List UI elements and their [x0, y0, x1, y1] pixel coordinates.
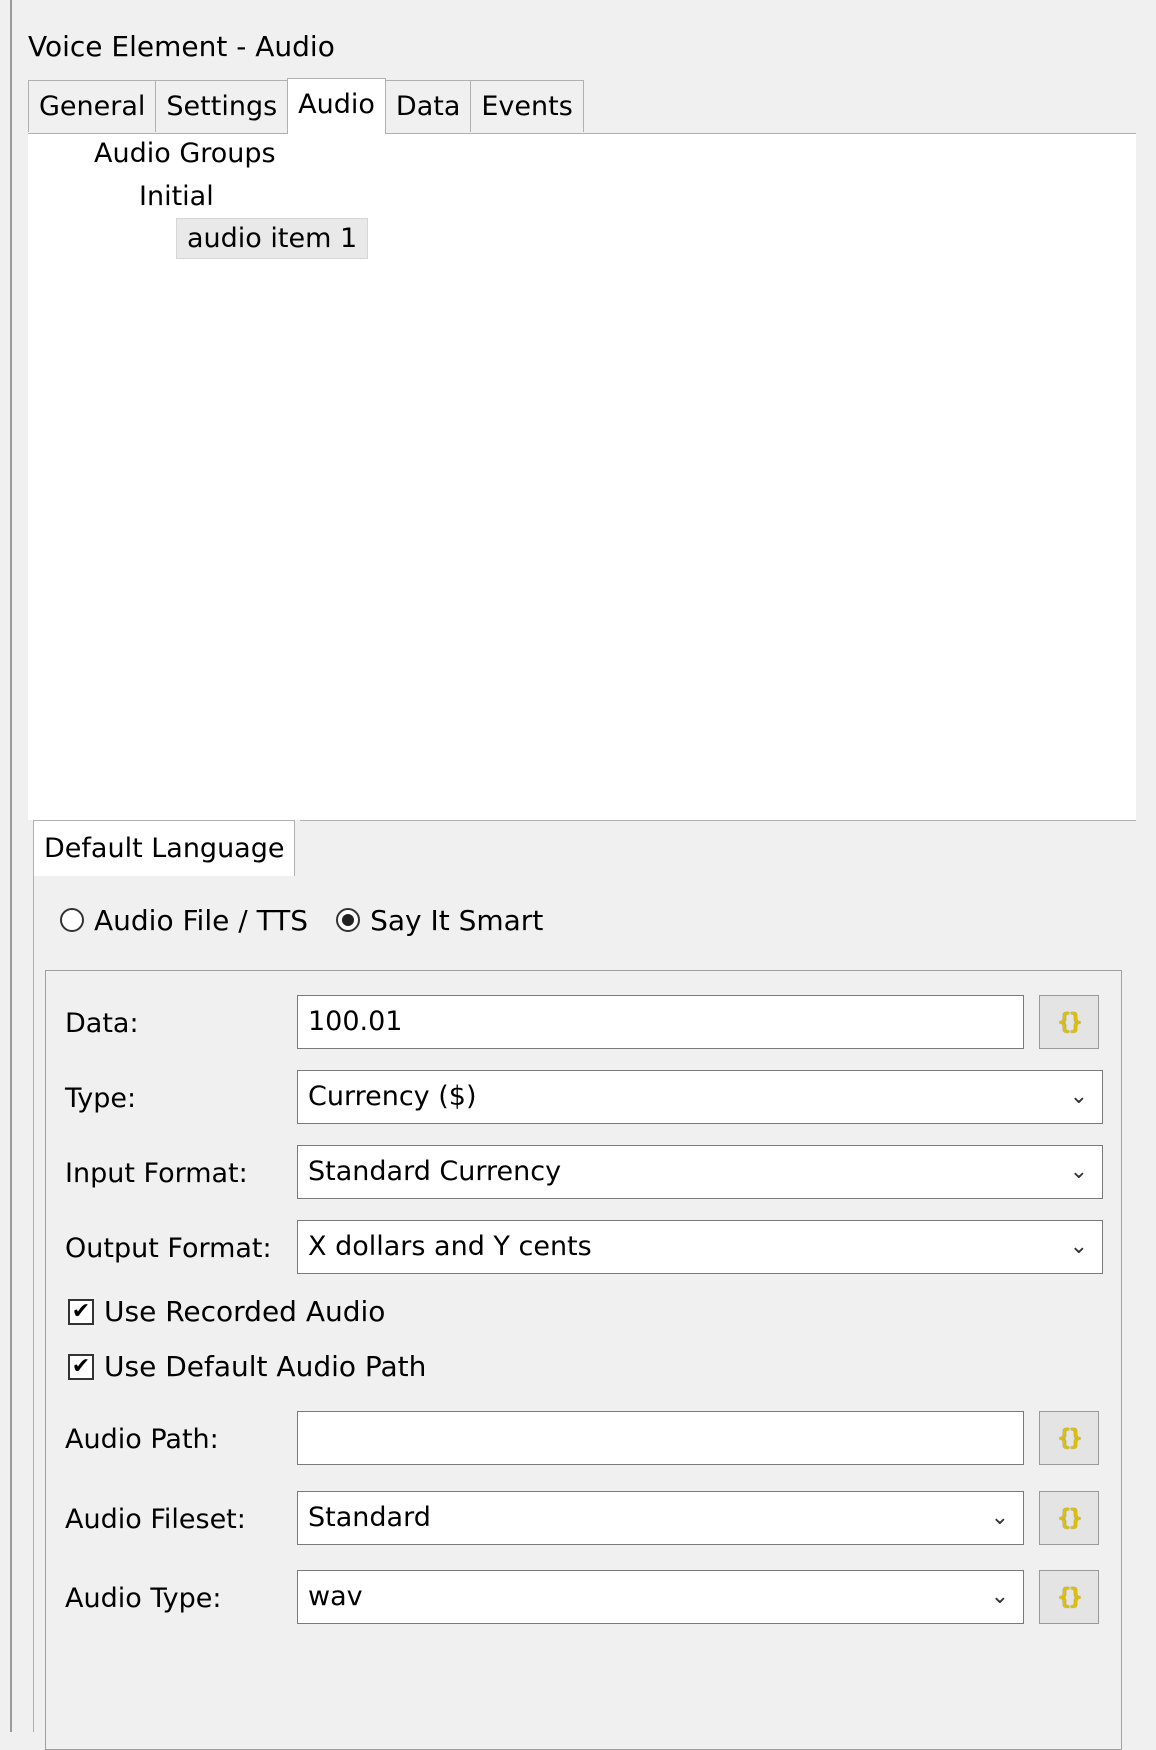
type-label: Type: [65, 1083, 137, 1114]
audio-path-label: Audio Path: [65, 1424, 219, 1455]
input-format-select-value: Standard Currency [308, 1156, 562, 1187]
input-format-label: Input Format: [65, 1158, 248, 1189]
data-expression-button[interactable]: {} [1039, 995, 1099, 1049]
tab-events[interactable]: Events [470, 80, 584, 132]
audio-type-select[interactable]: wav ⌄ [297, 1570, 1024, 1624]
radio-audio-file-tts[interactable]: Audio File / TTS [60, 904, 308, 937]
use-recorded-audio-checkbox-row[interactable]: ✔ Use Recorded Audio [68, 1295, 385, 1328]
type-select[interactable]: Currency ($) ⌄ [297, 1070, 1103, 1124]
audio-type-expression-button[interactable]: {} [1039, 1570, 1099, 1624]
use-default-audio-path-checkbox[interactable]: ✔ [68, 1353, 94, 1380]
audio-source-radio-group: Audio File / TTS Say It Smart [60, 900, 571, 940]
radio-label-say-it-smart: Say It Smart [370, 903, 544, 937]
data-label: Data: [65, 1008, 139, 1039]
audio-fileset-select[interactable]: Standard ⌄ [297, 1491, 1024, 1545]
panel-title: Voice Element - Audio [28, 30, 335, 63]
type-select-value: Currency ($) [308, 1081, 477, 1112]
expression-braces-icon: {} [1057, 1009, 1082, 1035]
chevron-down-icon[interactable]: ⌄ [991, 1571, 1009, 1623]
expression-braces-icon: {} [1057, 1584, 1082, 1610]
output-format-select-value: X dollars and Y cents [308, 1231, 592, 1262]
use-default-audio-path-checkbox-row[interactable]: ✔ Use Default Audio Path [68, 1350, 426, 1383]
audio-fileset-expression-button[interactable]: {} [1039, 1491, 1099, 1545]
data-input[interactable]: 100.01 [297, 995, 1024, 1049]
audio-type-label: Audio Type: [65, 1583, 222, 1614]
radio-say-it-smart[interactable]: Say It Smart [336, 904, 543, 937]
audio-path-expression-button[interactable]: {} [1039, 1411, 1099, 1465]
radio-selected-icon[interactable] [336, 908, 361, 932]
use-recorded-audio-checkbox[interactable]: ✔ [68, 1298, 94, 1325]
input-format-select[interactable]: Standard Currency ⌄ [297, 1145, 1103, 1199]
tab-bar: General Settings Audio Data Events [28, 78, 584, 134]
audio-type-select-value: wav [308, 1581, 363, 1612]
tab-audio[interactable]: Audio [287, 78, 386, 134]
expression-braces-icon: {} [1057, 1425, 1082, 1451]
tab-settings[interactable]: Settings [155, 80, 289, 132]
use-recorded-audio-label: Use Recorded Audio [104, 1295, 386, 1328]
chevron-down-icon[interactable]: ⌄ [1070, 1221, 1088, 1273]
checkmark-icon: ✔ [71, 1353, 91, 1379]
audio-path-input[interactable] [297, 1411, 1024, 1465]
tree-node-audio-item[interactable]: audio item 1 [176, 218, 369, 259]
checkmark-icon: ✔ [71, 1298, 91, 1324]
radio-label-audio-file-tts: Audio File / TTS [94, 903, 309, 937]
window-left-border [10, 0, 12, 1732]
audio-fileset-label: Audio Fileset: [65, 1504, 246, 1535]
tree-node-initial[interactable]: Initial [139, 181, 214, 212]
tree-node-audio-groups[interactable]: Audio Groups [94, 138, 276, 169]
tab-general[interactable]: General [28, 80, 157, 132]
tab-default-language[interactable]: Default Language [33, 820, 296, 876]
audio-fileset-select-value: Standard [308, 1502, 431, 1533]
language-tab-divider [300, 820, 1136, 821]
use-default-audio-path-label: Use Default Audio Path [104, 1350, 427, 1383]
output-format-select[interactable]: X dollars and Y cents ⌄ [297, 1220, 1103, 1274]
radio-unselected-icon[interactable] [60, 908, 84, 932]
output-format-label: Output Format: [65, 1233, 272, 1264]
radio-dot [342, 914, 355, 926]
audio-groups-tree: Audio Groups Initial audio item 1 [28, 134, 1136, 820]
chevron-down-icon[interactable]: ⌄ [991, 1492, 1009, 1544]
chevron-down-icon[interactable]: ⌄ [1070, 1071, 1088, 1123]
tab-data[interactable]: Data [384, 80, 472, 132]
chevron-down-icon[interactable]: ⌄ [1070, 1146, 1088, 1198]
expression-braces-icon: {} [1057, 1505, 1082, 1531]
